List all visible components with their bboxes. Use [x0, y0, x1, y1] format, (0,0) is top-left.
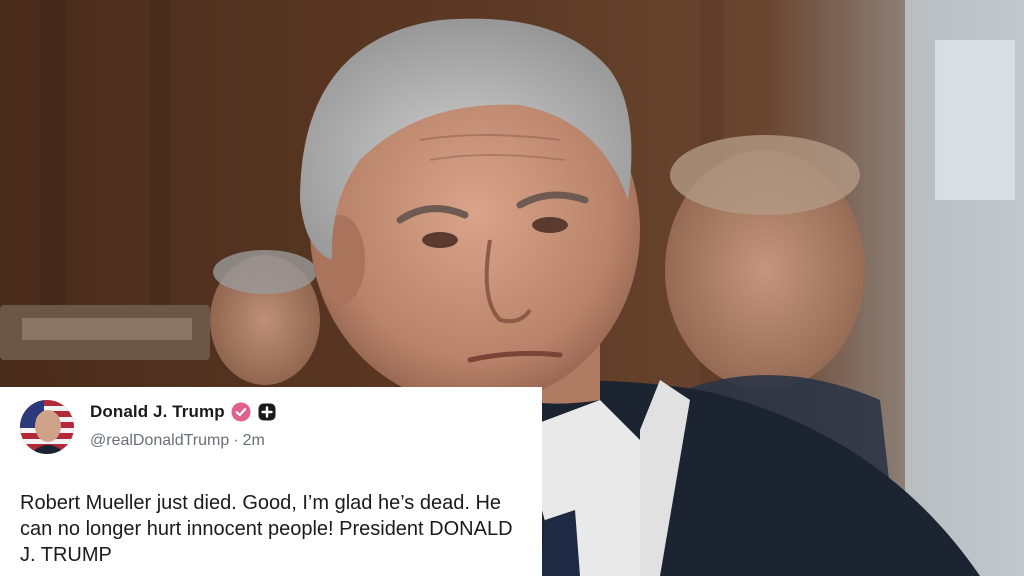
verified-badge-icon: [231, 402, 251, 422]
meta-separator: ·: [233, 432, 239, 449]
author-handle-row: @realDonaldTrump · 2m: [90, 432, 265, 450]
profile-avatar[interactable]: [20, 400, 74, 454]
post-body-text: Robert Mueller just died. Good, I’m glad…: [20, 492, 519, 566]
plus-badge-icon[interactable]: [257, 402, 277, 422]
author-display-name[interactable]: Donald J. Trump: [90, 402, 225, 422]
author-row: Donald J. Trump: [90, 401, 277, 423]
author-handle[interactable]: @realDonaldTrump: [90, 432, 229, 449]
post-timestamp[interactable]: 2m: [243, 432, 265, 449]
social-post-card[interactable]: Donald J. Trump @realDonaldTrump · 2m Robe…: [0, 387, 542, 576]
